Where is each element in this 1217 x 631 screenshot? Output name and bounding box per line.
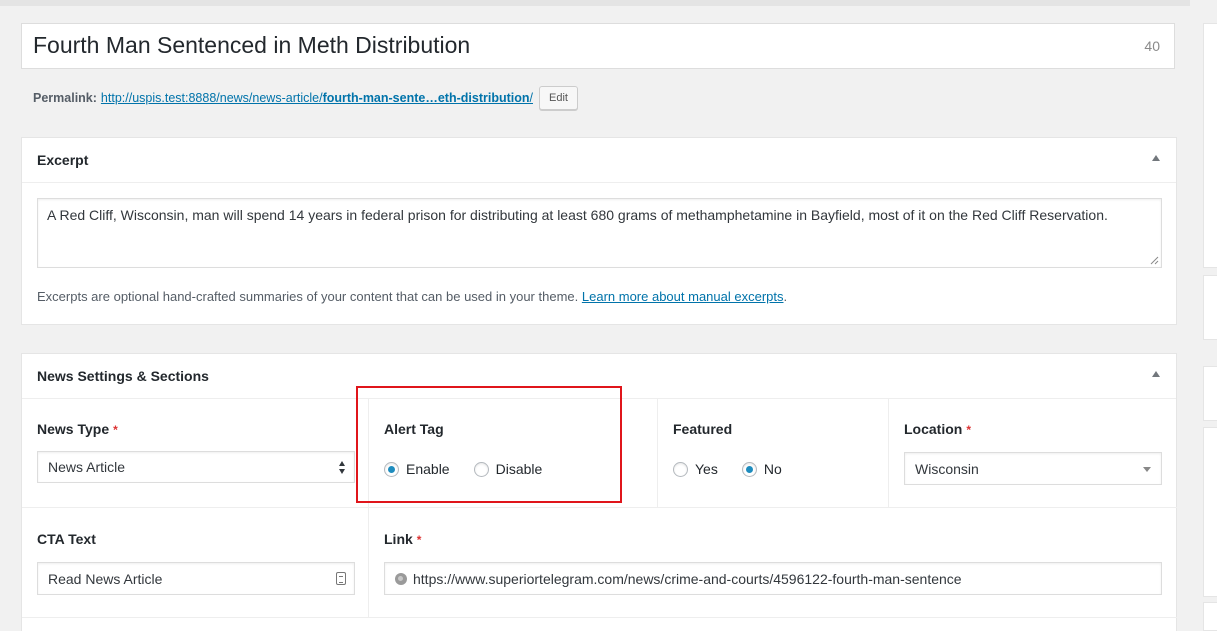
cta-text-input[interactable]: Read News Article	[37, 562, 355, 595]
cta-text-cell: CTA Text Read News Article	[22, 508, 369, 618]
radio-unchecked-icon[interactable]	[673, 461, 688, 477]
resize-grip-icon[interactable]	[1150, 256, 1159, 265]
featured-no-label: No	[763, 461, 782, 477]
excerpt-heading: Excerpt	[37, 152, 89, 168]
excerpt-postbox: Excerpt A Red Cliff, Wisconsin, man will…	[21, 137, 1177, 325]
permalink-edit-button[interactable]: Edit	[538, 86, 578, 110]
sidebar-panel	[1203, 602, 1217, 631]
autofill-icon[interactable]	[336, 572, 346, 585]
location-select[interactable]: Wisconsin	[904, 452, 1162, 485]
dropdown-caret-icon	[1143, 467, 1151, 472]
link-label-text: Link	[384, 531, 413, 547]
sidebar-panel	[1203, 366, 1217, 421]
news-type-value: News Article	[48, 459, 126, 475]
sidebar-panel	[1203, 275, 1217, 340]
collapse-arrow-icon[interactable]	[1152, 155, 1160, 161]
excerpt-help-link[interactable]: Learn more about manual excerpts	[582, 289, 784, 304]
excerpt-text: A Red Cliff, Wisconsin, man will spend 1…	[47, 207, 1108, 223]
radio-checked-icon[interactable]	[741, 461, 757, 477]
excerpt-header[interactable]: Excerpt	[22, 138, 1176, 183]
news-type-select[interactable]: News Article	[37, 451, 355, 483]
featured-yes-radio[interactable]: Yes	[673, 461, 718, 477]
permalink-link[interactable]: http://uspis.test:8888/news/news-article…	[101, 91, 533, 105]
excerpt-textarea[interactable]: A Red Cliff, Wisconsin, man will spend 1…	[37, 198, 1162, 268]
featured-cell: Featured Yes No	[658, 398, 889, 508]
excerpt-help-end: .	[783, 289, 788, 304]
permalink-row: Permalink: http://uspis.test:8888/news/n…	[33, 85, 578, 111]
link-cell: Link * https://www.superiortelegram.com/n…	[369, 508, 1177, 618]
news-type-cell: News Type * News Article	[22, 398, 369, 508]
featured-yes-label: Yes	[695, 461, 718, 477]
link-input[interactable]: https://www.superiortelegram.com/news/cr…	[384, 562, 1162, 595]
location-cell: Location * Wisconsin	[889, 398, 1177, 508]
excerpt-help-text: Excerpts are optional hand-crafted summa…	[37, 289, 579, 304]
globe-icon	[395, 572, 407, 585]
collapse-arrow-icon[interactable]	[1152, 371, 1160, 377]
link-label: Link *	[384, 531, 421, 547]
news-settings-heading: News Settings & Sections	[37, 368, 209, 384]
link-value: https://www.superiortelegram.com/news/cr…	[413, 570, 962, 587]
permalink-url-prefix: http://uspis.test:8888/news/news-article…	[100, 91, 323, 105]
featured-radios: Yes No	[673, 461, 806, 477]
cta-text-label: CTA Text	[37, 531, 96, 547]
required-asterisk: *	[416, 533, 422, 547]
highlight-box	[356, 386, 622, 503]
excerpt-help: Excerpts are optional hand-crafted summa…	[37, 289, 787, 304]
sidebar-panel	[1203, 427, 1217, 597]
cta-text-value: Read News Article	[48, 570, 163, 587]
title-character-count: 40	[1144, 38, 1160, 54]
location-value: Wisconsin	[915, 460, 979, 477]
permalink-url-suffix: /	[529, 91, 533, 105]
location-label: Location *	[904, 421, 971, 437]
required-asterisk: *	[966, 423, 972, 437]
news-type-label-text: News Type	[37, 421, 110, 437]
top-strip	[0, 0, 1190, 6]
featured-label: Featured	[673, 421, 733, 437]
location-label-text: Location	[904, 421, 963, 437]
sidebar-panel	[1203, 23, 1217, 268]
select-arrows-icon	[339, 461, 346, 475]
permalink-label: Permalink:	[33, 91, 97, 105]
featured-no-radio[interactable]: No	[741, 461, 782, 477]
post-title-text[interactable]: Fourth Man Sentenced in Meth Distributio…	[33, 32, 470, 59]
permalink-slug: fourth-man-sente…eth-distribution	[322, 91, 530, 105]
post-title-field[interactable]: Fourth Man Sentenced in Meth Distributio…	[21, 23, 1175, 69]
required-asterisk: *	[113, 423, 118, 437]
news-type-label: News Type *	[37, 421, 118, 437]
